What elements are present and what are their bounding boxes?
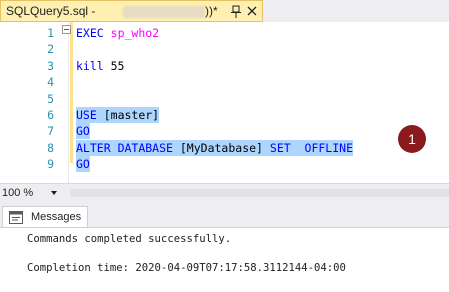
line-number: 9 <box>47 157 54 172</box>
collapse-outline-icon[interactable] <box>62 25 71 34</box>
messages-panel[interactable]: Commands completed successfully. Complet… <box>0 227 449 292</box>
code-text: EXEC sp_who2 <box>76 25 159 41</box>
line-number: 7 <box>47 124 54 139</box>
document-tab-strip: SQLQuery5.sql - ))* <box>0 0 449 22</box>
step-number-badge: 1 <box>398 125 426 153</box>
code-line[interactable]: 2 <box>0 41 449 57</box>
sql-keyword: GO <box>76 157 90 172</box>
message-line: Commands completed successfully. <box>27 233 232 245</box>
redacted-server-name <box>123 6 205 18</box>
query-document-tab[interactable]: SQLQuery5.sql - ))* <box>0 0 263 22</box>
code-line[interactable]: 8 ALTER DATABASE [MyDatabase] SET OFFLINE <box>0 139 449 156</box>
code-line[interactable]: 6 USE [master] <box>0 107 449 123</box>
code-text: kill 55 <box>76 58 124 74</box>
code-text: ALTER DATABASE [MyDatabase] SET OFFLINE <box>76 139 353 156</box>
sql-text: 55 <box>103 58 125 73</box>
editor-status-bar: 100 % <box>0 183 449 202</box>
code-line[interactable]: 5 <box>0 91 449 107</box>
line-number: 5 <box>47 91 54 106</box>
messages-tab-label: Messages <box>31 211 82 223</box>
sql-keyword: ALTER <box>76 140 111 155</box>
tab-title: SQLQuery5.sql - <box>6 4 96 18</box>
tab-messages[interactable]: Messages <box>2 206 88 228</box>
results-tab-bar: Messages <box>0 201 449 228</box>
sql-keyword: GO <box>76 124 90 139</box>
messages-icon <box>9 211 23 224</box>
code-text: GO <box>76 123 90 140</box>
sql-keyword: OFFLINE <box>304 140 353 155</box>
query-editor[interactable]: 1 EXEC sp_who2 2 3 kill 55 4 5 6 USE [master] 7 GO… <box>0 22 449 183</box>
sql-keyword: DATABASE <box>117 140 173 155</box>
tab-title-suffix: ))* <box>205 4 218 18</box>
horizontal-scrollbar[interactable] <box>70 189 449 197</box>
code-line[interactable]: 7 GO <box>0 123 449 140</box>
line-number: 6 <box>47 108 54 122</box>
line-number: 2 <box>47 42 54 57</box>
chevron-down-icon[interactable] <box>51 191 57 195</box>
message-line: Completion time: 2020-04-09T07:17:58.311… <box>27 262 346 274</box>
line-number: 8 <box>47 140 54 155</box>
code-line[interactable]: 9 GO <box>0 156 449 173</box>
zoom-level-dropdown[interactable]: 100 % <box>2 185 33 201</box>
code-text: GO <box>76 156 90 173</box>
code-text: USE [master] <box>76 107 160 123</box>
line-number: 1 <box>47 26 54 40</box>
sql-text: [master] <box>103 108 160 122</box>
code-line[interactable]: 3 kill 55 <box>0 58 449 74</box>
sql-keyword: EXEC <box>76 26 104 40</box>
line-number: 4 <box>47 75 54 90</box>
code-line[interactable]: 4 <box>0 74 449 90</box>
close-icon[interactable] <box>247 6 257 16</box>
line-number: 3 <box>47 58 54 73</box>
pin-icon[interactable] <box>230 5 242 19</box>
system-procedure: sp_who2 <box>110 26 160 40</box>
sql-keyword: USE <box>76 108 97 122</box>
sql-keyword: SET <box>269 140 291 155</box>
sql-text: [MyDatabase] <box>172 140 270 155</box>
sql-keyword: kill <box>76 58 104 73</box>
